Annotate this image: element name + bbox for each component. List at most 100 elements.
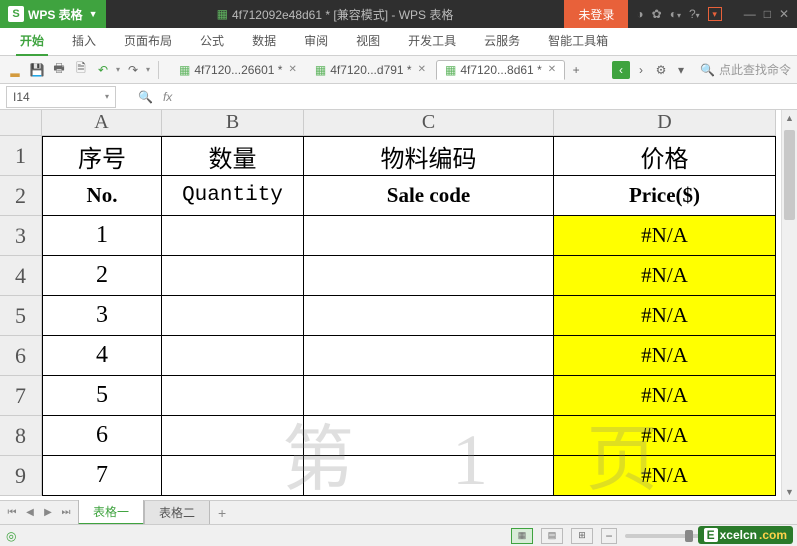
row-hdr-4[interactable]: 4: [0, 256, 42, 296]
cell[interactable]: #N/A: [554, 296, 776, 336]
grid-body[interactable]: A B C D 序号 数量 物料编码 价格 No. Quantity Sale …: [42, 110, 797, 500]
row-hdr-1[interactable]: 1: [0, 136, 42, 176]
cell[interactable]: [304, 456, 554, 496]
close-icon[interactable]: ✕: [779, 7, 789, 21]
cell[interactable]: [162, 256, 304, 296]
cell[interactable]: 物料编码: [304, 136, 554, 176]
scroll-thumb[interactable]: [784, 130, 795, 220]
sheet-first-icon[interactable]: ⏮: [4, 505, 20, 521]
select-all[interactable]: [0, 110, 42, 136]
cell[interactable]: [162, 376, 304, 416]
cell[interactable]: [162, 456, 304, 496]
menu-data[interactable]: 数据: [238, 28, 290, 55]
cell[interactable]: #N/A: [554, 456, 776, 496]
cell[interactable]: Price($): [554, 176, 776, 216]
cell[interactable]: 4: [42, 336, 162, 376]
minimize-icon[interactable]: —: [744, 7, 756, 21]
preview-icon[interactable]: 🗎: [72, 61, 90, 79]
nav-dd-icon[interactable]: ▾: [672, 61, 690, 79]
fx-search-icon[interactable]: 🔍: [138, 90, 153, 104]
cell[interactable]: [304, 216, 554, 256]
print-icon[interactable]: 🖶: [50, 61, 68, 79]
undo-icon[interactable]: ↶: [94, 61, 112, 79]
sheet-tab-2[interactable]: 表格二: [144, 501, 210, 525]
menu-start[interactable]: 开始: [6, 28, 58, 55]
cell[interactable]: [162, 216, 304, 256]
skin-icon[interactable]: ◐▾: [670, 7, 681, 21]
cell[interactable]: [162, 296, 304, 336]
cell[interactable]: [304, 296, 554, 336]
cell[interactable]: [304, 256, 554, 296]
search-command[interactable]: 🔍 点此查找命令: [700, 61, 791, 78]
menu-layout[interactable]: 页面布局: [110, 28, 186, 55]
scroll-down-icon[interactable]: ▼: [782, 484, 797, 500]
menu-view[interactable]: 视图: [342, 28, 394, 55]
row-hdr-7[interactable]: 7: [0, 376, 42, 416]
row-hdr-3[interactable]: 3: [0, 216, 42, 256]
sheet-last-icon[interactable]: ⏭: [58, 505, 74, 521]
menu-insert[interactable]: 插入: [58, 28, 110, 55]
menu-tools[interactable]: 智能工具箱: [534, 28, 622, 55]
login-button[interactable]: 未登录: [564, 0, 628, 28]
menu-review[interactable]: 审阅: [290, 28, 342, 55]
add-sheet-icon[interactable]: +: [210, 505, 234, 521]
menu-dev[interactable]: 开发工具: [394, 28, 470, 55]
zoom-handle[interactable]: [685, 530, 693, 542]
cell[interactable]: #N/A: [554, 256, 776, 296]
fx-icon[interactable]: fx: [163, 90, 172, 104]
cell[interactable]: [304, 376, 554, 416]
col-hdr-a[interactable]: A: [42, 110, 162, 136]
cell[interactable]: [162, 336, 304, 376]
cell[interactable]: 价格: [554, 136, 776, 176]
cell[interactable]: 5: [42, 376, 162, 416]
cell[interactable]: 1: [42, 216, 162, 256]
cell[interactable]: #N/A: [554, 376, 776, 416]
cell[interactable]: Quantity: [162, 176, 304, 216]
nav-left-icon[interactable]: ‹: [612, 61, 630, 79]
row-hdr-2[interactable]: 2: [0, 176, 42, 216]
view-break-icon[interactable]: ⊞: [571, 528, 593, 544]
app-badge[interactable]: S WPS 表格 ▼: [0, 0, 106, 28]
cell[interactable]: 序号: [42, 136, 162, 176]
nav-right-icon[interactable]: ›: [632, 61, 650, 79]
sync-icon[interactable]: ◑: [636, 7, 643, 21]
sheet-prev-icon[interactable]: ◀: [22, 505, 38, 521]
doc-tab-1[interactable]: ▦4f7120...26601 *✕: [171, 61, 305, 79]
nav-settings-icon[interactable]: ⚙: [652, 61, 670, 79]
col-hdr-c[interactable]: C: [304, 110, 554, 136]
vertical-scrollbar[interactable]: ▲ ▼: [781, 110, 797, 500]
cell[interactable]: #N/A: [554, 216, 776, 256]
cell[interactable]: 2: [42, 256, 162, 296]
view-normal-icon[interactable]: ▦: [511, 528, 533, 544]
help-icon[interactable]: ?▾: [689, 7, 700, 21]
sheet-next-icon[interactable]: ▶: [40, 505, 56, 521]
cell[interactable]: Sale code: [304, 176, 554, 216]
row-hdr-6[interactable]: 6: [0, 336, 42, 376]
cell[interactable]: No.: [42, 176, 162, 216]
cell[interactable]: [162, 416, 304, 456]
sheet-tab-1[interactable]: 表格一: [78, 500, 144, 525]
doc-tab-2[interactable]: ▦4f7120...d791 *✕: [307, 61, 434, 79]
cell[interactable]: #N/A: [554, 336, 776, 376]
col-hdr-b[interactable]: B: [162, 110, 304, 136]
redo-icon[interactable]: ↷: [124, 61, 142, 79]
cell[interactable]: [304, 416, 554, 456]
name-box[interactable]: I14 ▾: [6, 86, 116, 108]
notify-icon[interactable]: ▾: [708, 7, 722, 21]
col-hdr-d[interactable]: D: [554, 110, 776, 136]
maximize-icon[interactable]: □: [764, 7, 771, 21]
zoom-out-icon[interactable]: −: [601, 528, 617, 544]
menu-formula[interactable]: 公式: [186, 28, 238, 55]
view-page-icon[interactable]: ▤: [541, 528, 563, 544]
open-icon[interactable]: ▂: [6, 61, 24, 79]
cell[interactable]: 3: [42, 296, 162, 336]
row-hdr-5[interactable]: 5: [0, 296, 42, 336]
settings-icon[interactable]: ✿: [652, 7, 662, 21]
status-indicator-icon[interactable]: ◎: [6, 529, 16, 543]
save-icon[interactable]: 💾: [28, 61, 46, 79]
cell[interactable]: [304, 336, 554, 376]
row-hdr-8[interactable]: 8: [0, 416, 42, 456]
cell[interactable]: 7: [42, 456, 162, 496]
doc-tab-3[interactable]: ▦4f7120...8d61 *✕: [436, 60, 565, 80]
menu-cloud[interactable]: 云服务: [470, 28, 534, 55]
